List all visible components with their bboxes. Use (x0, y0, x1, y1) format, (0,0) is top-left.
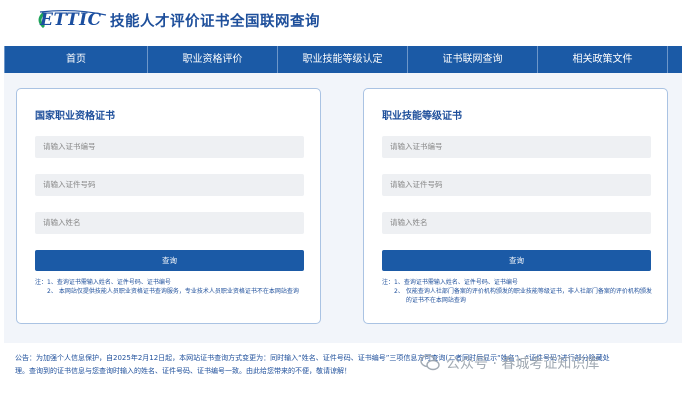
logo-text: ETTIC (40, 10, 102, 30)
card-title: 职业技能等级证书 (382, 111, 462, 122)
note-prefix: 注：1、 (35, 279, 57, 286)
note-2: 2、 仅能查询人社部门备案的评价机构颁发的职业技能等级证书，非人社部门备案的评价… (382, 287, 657, 305)
certificate-number-input[interactable] (35, 136, 304, 158)
note-text: 仅能查询人社部门备案的评价机构颁发的职业技能等级证书，非人社部门备案的评价机构颁… (405, 288, 652, 304)
card-title: 国家职业资格证书 (35, 111, 115, 122)
nav-item-1[interactable]: 职业资格评价 (148, 46, 278, 73)
site-header: ETTIC 技能人才评价证书全国联网查询 (0, 0, 686, 44)
id-number-input[interactable] (382, 174, 651, 196)
note-2: 2、 本网站仅提供技能人员职业资格证书查询服务，专业技术人员职业资格证书不在本网… (35, 287, 310, 296)
note-text: 查询证书需输入姓名、证件号码、证书编号 (403, 279, 518, 286)
nav-item-2[interactable]: 职业技能等级认定 (278, 46, 408, 73)
skill-level-certificate-card: 职业技能等级证书 查询 注：1、 查询证书需输入姓名、证件号码、证书编号 2、 … (363, 88, 668, 324)
note-prefix: 2、 (394, 288, 404, 295)
note-prefix: 2、 (47, 288, 57, 295)
nav-item-4[interactable]: 相关政策文件 (538, 46, 668, 73)
query-notes: 注：1、 查询证书需输入姓名、证件号码、证书编号 2、 本网站仅提供技能人员职业… (35, 278, 310, 296)
query-notes: 注：1、 查询证书需输入姓名、证件号码、证书编号 2、 仅能查询人社部门备案的评… (382, 278, 657, 305)
site-title: 技能人才评价证书全国联网查询 (110, 14, 320, 30)
certificate-number-input[interactable] (382, 136, 651, 158)
ettic-logo[interactable]: ETTIC (34, 9, 112, 31)
note-1: 注：1、 查询证书需输入姓名、证件号码、证书编号 (382, 278, 657, 287)
query-button[interactable]: 查询 (35, 250, 304, 271)
logo-mark: ETTIC (34, 9, 112, 31)
note-1: 注：1、 查询证书需输入姓名、证件号码、证书编号 (35, 278, 310, 287)
watermark-text: 公众号 · 春城考证知识库 (446, 356, 600, 372)
nav-item-0[interactable]: 首页 (4, 46, 148, 73)
id-number-input[interactable] (35, 174, 304, 196)
wechat-icon (420, 354, 440, 371)
name-input[interactable] (382, 212, 651, 234)
query-button[interactable]: 查询 (382, 250, 651, 271)
qualification-certificate-card: 国家职业资格证书 查询 注：1、 查询证书需输入姓名、证件号码、证书编号 2、 … (16, 88, 321, 324)
watermark: 公众号 · 春城考证知识库 (420, 353, 599, 373)
main-nav: 首页 职业资格评价 职业技能等级认定 证书联网查询 相关政策文件 (4, 46, 682, 73)
note-text: 本网站仅提供技能人员职业资格证书查询服务，专业技术人员职业资格证书不在本网站查询 (58, 288, 299, 295)
name-input[interactable] (35, 212, 304, 234)
note-prefix: 注：1、 (382, 279, 404, 286)
nav-item-3[interactable]: 证书联网查询 (408, 46, 538, 73)
note-text: 查询证书需输入姓名、证件号码、证书编号 (56, 279, 171, 286)
